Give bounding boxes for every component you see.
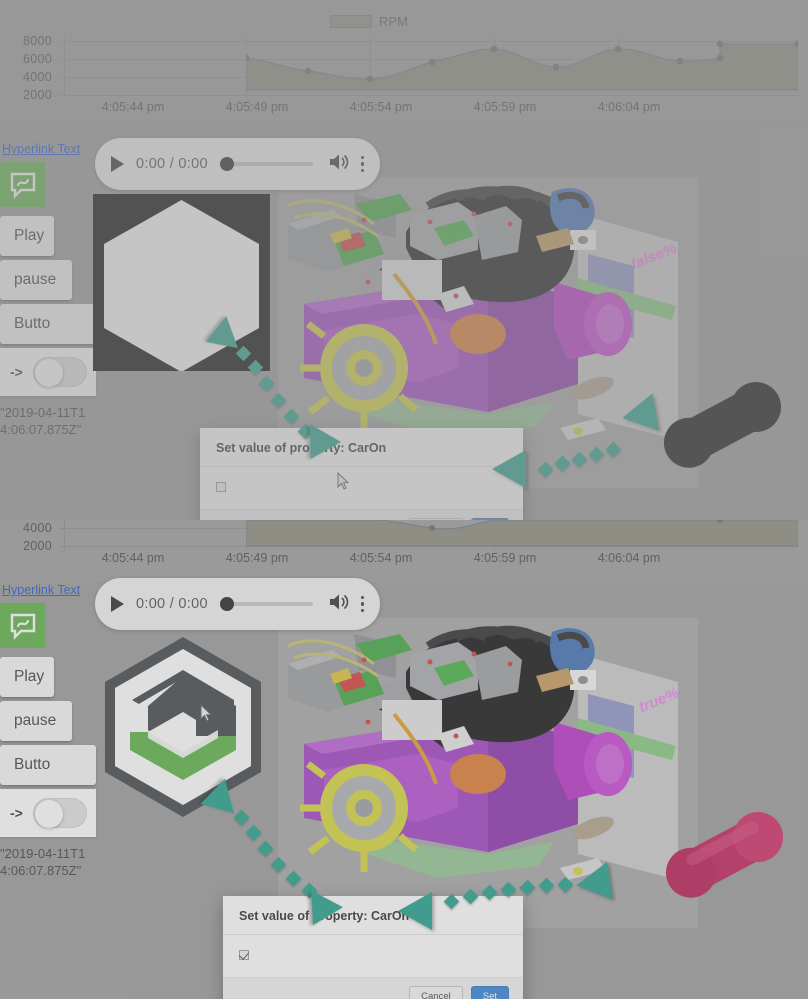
set-button[interactable]: Set [470,518,509,520]
timestamp-readout-bottom: "2019-04-11T14:06:07.875Z" [0,846,86,878]
set-button-bottom[interactable]: Set [470,986,509,999]
toggle-knob-bottom [34,800,63,828]
chart-legend: RPM [330,14,408,29]
dialog-body [200,466,523,510]
audio-time: 0:00 / 0:00 [136,156,208,172]
x-tick-0-b: 4:05:44 pm [101,551,165,565]
dialog-title: Set value of property: CarOn [216,441,387,455]
panel-before-state: RPM 8000 6000 4000 2000 4:05:44 pm 4:05:… [0,0,808,520]
mouse-cursor-bottom [200,703,213,722]
control-column-bottom: Hyperlink Text Play pause Butto -> "2019… [0,583,96,879]
y-tick-4000-b: 4000 [22,521,52,535]
y-tick-2000-b: 2000 [22,539,52,553]
rpm-chart-bottom[interactable]: 4000 2000 4:05:44 pm 4:05:49 pm 4:05:54 … [0,520,808,582]
logo-hexagon-top[interactable] [93,194,270,371]
dialog-title-bottom: Set value of property: CarOn [239,909,410,923]
y-tick-6000: 6000 [22,52,52,66]
legend-swatch-rpm [330,15,372,28]
caron-checkbox-bottom[interactable] [239,950,249,960]
audio-progress-bar-bottom[interactable] [219,597,313,611]
play-icon[interactable] [111,156,124,172]
dialog-body-bottom [223,934,523,978]
legend-label-rpm: RPM [379,14,408,29]
hyperlink-text-bottom[interactable]: Hyperlink Text [2,583,96,597]
x-tick-1: 4:05:49 pm [225,100,289,114]
annotate-icon [9,171,37,199]
overflow-menu-icon[interactable] [360,595,364,613]
volume-icon[interactable] [329,153,349,176]
x-tick-0: 4:05:44 pm [101,100,165,114]
audio-player-top[interactable]: 0:00 / 0:00 [95,138,380,190]
pause-button[interactable]: pause [0,260,72,300]
play-button-bottom[interactable]: Play [0,657,54,697]
hyperlink-text[interactable]: Hyperlink Text [2,142,96,156]
engine-3d-model-bottom[interactable] [278,618,698,928]
toggle-knob [34,359,63,387]
audio-progress-knob[interactable] [219,157,234,171]
volume-icon[interactable] [329,593,349,616]
set-property-dialog-bottom[interactable]: Set value of property: CarOn Cancel Set [223,896,523,999]
y-tick-4000: 4000 [22,70,52,84]
toggle-row[interactable]: -> [0,348,96,396]
toggle-switch-bottom[interactable] [32,798,87,828]
timestamp-readout: "2019-04-11T14:06:07.875Z" [0,405,86,437]
x-tick-4-b: 4:06:04 pm [597,551,661,565]
toggle-label-bottom: -> [10,805,23,821]
cancel-button-bottom[interactable]: Cancel [409,986,463,999]
y-tick-2000: 2000 [22,88,52,102]
cancel-button[interactable]: Cancel [409,518,463,520]
dialog-footer: Cancel Set [200,510,523,520]
y-tick-8000: 8000 [22,34,52,48]
rpm-series-area-bottom [246,520,798,548]
generic-button[interactable]: Butto [0,304,96,344]
x-tick-2-b: 4:05:54 pm [349,551,413,565]
play-icon[interactable] [111,596,124,612]
toggle-row-bottom[interactable]: -> [0,789,96,837]
audio-player-bottom[interactable]: 0:00 / 0:00 [95,578,380,630]
x-tick-4: 4:06:04 pm [597,100,661,114]
toggle-label: -> [10,364,23,380]
overflow-menu-icon[interactable] [360,155,364,173]
toggle-switch[interactable] [32,357,87,387]
annotate-icon-button[interactable] [0,162,45,207]
x-tick-3-b: 4:05:59 pm [473,551,537,565]
chart-plot-area [60,36,798,98]
set-property-dialog-top[interactable]: Set value of property: CarOn Cancel Set [200,428,523,520]
rpm-chart-top[interactable]: RPM 8000 6000 4000 2000 4:05:44 pm 4:05:… [0,0,808,120]
pause-button-bottom[interactable]: pause [0,701,72,741]
x-tick-1-b: 4:05:49 pm [225,551,289,565]
audio-progress-bar[interactable] [219,157,313,171]
generic-button-bottom[interactable]: Butto [0,745,96,785]
rpm-series-area [246,36,798,96]
logo-hexagon-bottom[interactable] [88,632,278,822]
play-button[interactable]: Play [0,216,54,256]
x-tick-3: 4:05:59 pm [473,100,537,114]
x-tick-2: 4:05:54 pm [349,100,413,114]
chart-plot-area-bottom [60,520,798,550]
blob-shape-bottom [662,808,787,905]
annotate-icon [9,612,37,640]
control-column-top: Hyperlink Text Play pause Butto -> "2019… [0,142,96,438]
caron-checkbox[interactable] [216,482,226,492]
blob-shape-top [660,378,785,475]
panel-after-state: 4000 2000 4:05:44 pm 4:05:49 pm 4:05:54 … [0,520,808,999]
annotate-icon-button-bottom[interactable] [0,603,45,648]
mouse-cursor-top [337,471,350,490]
dialog-footer-bottom: Cancel Set [223,978,523,999]
audio-time-bottom: 0:00 / 0:00 [136,596,208,612]
audio-progress-knob-bottom[interactable] [219,597,234,611]
